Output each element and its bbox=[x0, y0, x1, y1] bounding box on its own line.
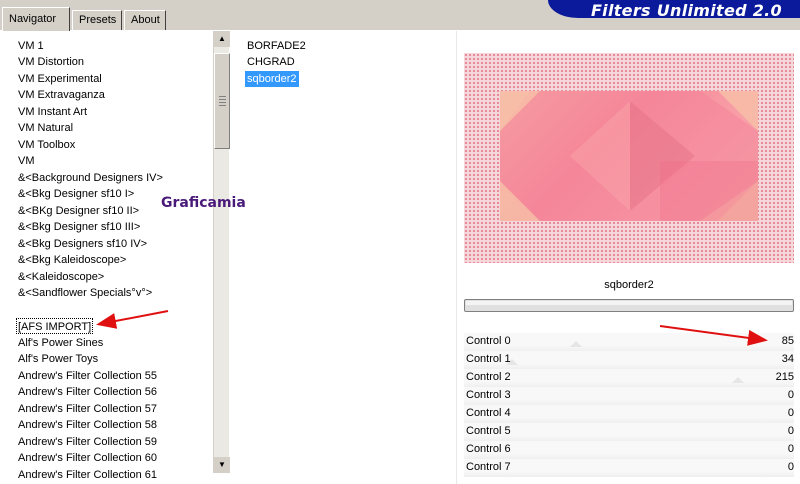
tab-about[interactable]: About bbox=[124, 10, 166, 30]
app-title: Filters Unlimited 2.0 bbox=[590, 1, 782, 18]
category-item[interactable]: VM Toolbox bbox=[18, 137, 75, 153]
watermark-text: Graficamia bbox=[161, 195, 246, 211]
category-item[interactable]: &<Kaleidoscope> bbox=[18, 269, 104, 285]
control-label: Control 0 bbox=[466, 335, 511, 347]
category-item[interactable]: Andrew's Filter Collection 61 bbox=[18, 467, 157, 483]
slider-track[interactable] bbox=[464, 441, 794, 459]
control-slider[interactable]: Control 4 0 bbox=[464, 405, 794, 423]
category-item[interactable]: Andrew's Filter Collection 56 bbox=[18, 384, 157, 400]
slider-knob[interactable] bbox=[732, 377, 744, 383]
scroll-thumb[interactable] bbox=[214, 53, 230, 149]
category-item[interactable]: VM 1 bbox=[18, 38, 44, 54]
category-item[interactable]: &<Sandflower Specials°v°> bbox=[18, 285, 152, 301]
control-label: Control 7 bbox=[466, 461, 511, 473]
control-value: 215 bbox=[775, 371, 794, 383]
slider-track[interactable] bbox=[464, 459, 794, 477]
control-label: Control 5 bbox=[466, 425, 511, 437]
main-panel: VM 1 VM Distortion VM Experimental VM Ex… bbox=[0, 30, 800, 484]
filter-item-selected[interactable]: sqborder2 bbox=[245, 71, 299, 87]
category-item[interactable]: Andrew's Filter Collection 59 bbox=[18, 434, 157, 450]
filter-list: BORFADE2 CHGRAD sqborder2 bbox=[229, 31, 457, 484]
control-slider[interactable]: Control 3 0 bbox=[464, 387, 794, 405]
category-item-selected[interactable]: [AFS IMPORT] bbox=[16, 318, 94, 334]
app-banner: Filters Unlimited 2.0 bbox=[548, 0, 800, 18]
control-slider[interactable]: Control 1 34 bbox=[464, 351, 794, 369]
control-label: Control 6 bbox=[466, 443, 511, 455]
slider-knob[interactable] bbox=[570, 341, 582, 347]
selected-filter-name: sqborder2 bbox=[604, 279, 654, 291]
control-value: 34 bbox=[781, 353, 794, 365]
category-item[interactable]: VM Natural bbox=[18, 120, 73, 136]
category-item[interactable]: &<Bkg Designer sf10 I> bbox=[18, 186, 134, 202]
slider-track[interactable] bbox=[464, 405, 794, 423]
category-item[interactable]: &<Bkg Designer sf10 III> bbox=[18, 219, 140, 235]
control-label: Control 1 bbox=[466, 353, 511, 365]
tab-navigator[interactable]: Navigator bbox=[2, 7, 70, 31]
scroll-up-icon[interactable]: ▲ bbox=[214, 31, 230, 47]
category-item[interactable]: VM bbox=[18, 153, 35, 169]
category-item[interactable]: Andrew's Filter Collection 58 bbox=[18, 417, 157, 433]
preview-image bbox=[464, 53, 794, 263]
category-item[interactable]: VM Extravaganza bbox=[18, 87, 105, 103]
control-slider[interactable]: Control 5 0 bbox=[464, 423, 794, 441]
category-item[interactable]: VM Experimental bbox=[18, 71, 102, 87]
category-item[interactable]: &<Bkg Kaleidoscope> bbox=[18, 252, 126, 268]
control-value: 0 bbox=[787, 425, 794, 437]
category-item[interactable]: Andrew's Filter Collection 55 bbox=[18, 368, 157, 384]
category-list: VM 1 VM Distortion VM Experimental VM Ex… bbox=[0, 31, 213, 484]
control-value: 85 bbox=[781, 335, 794, 347]
control-slider[interactable]: Control 0 85 bbox=[464, 333, 794, 351]
filter-item[interactable]: CHGRAD bbox=[245, 54, 297, 70]
category-item[interactable]: VM Instant Art bbox=[18, 104, 87, 120]
category-item[interactable]: &<Background Designers IV> bbox=[18, 170, 163, 186]
control-slider[interactable]: Control 6 0 bbox=[464, 441, 794, 459]
category-scrollbar[interactable]: ▲ ▼ bbox=[213, 31, 230, 473]
scroll-down-icon[interactable]: ▼ bbox=[214, 457, 230, 473]
category-item[interactable]: Andrew's Filter Collection 57 bbox=[18, 401, 157, 417]
control-label: Control 3 bbox=[466, 389, 511, 401]
control-label: Control 4 bbox=[466, 407, 511, 419]
preview-pattern bbox=[500, 91, 758, 221]
control-value: 0 bbox=[787, 443, 794, 455]
control-slider[interactable]: Control 2 215 bbox=[464, 369, 794, 387]
tab-presets[interactable]: Presets bbox=[72, 10, 122, 30]
progress-bar bbox=[464, 299, 794, 312]
control-value: 0 bbox=[787, 389, 794, 401]
slider-track[interactable] bbox=[464, 333, 794, 351]
control-value: 0 bbox=[787, 407, 794, 419]
control-value: 0 bbox=[787, 461, 794, 473]
slider-track[interactable] bbox=[464, 423, 794, 441]
slider-track[interactable] bbox=[464, 387, 794, 405]
category-item[interactable]: VM Distortion bbox=[18, 54, 84, 70]
category-item[interactable]: Alf's Power Toys bbox=[18, 351, 98, 367]
category-item[interactable]: Alf's Power Sines bbox=[18, 335, 103, 351]
filter-item[interactable]: BORFADE2 bbox=[245, 38, 308, 54]
category-item[interactable]: Andrew's Filter Collection 60 bbox=[18, 450, 157, 466]
preview-shapes bbox=[500, 91, 758, 221]
preview-panel: sqborder2 Control 0 85 Control 1 34 Cont… bbox=[458, 31, 800, 484]
category-item[interactable]: &<Bkg Designers sf10 IV> bbox=[18, 236, 147, 252]
slider-track[interactable] bbox=[464, 369, 794, 387]
control-slider[interactable]: Control 7 0 bbox=[464, 459, 794, 477]
control-label: Control 2 bbox=[466, 371, 511, 383]
category-item[interactable]: &<BKg Designer sf10 II> bbox=[18, 203, 139, 219]
